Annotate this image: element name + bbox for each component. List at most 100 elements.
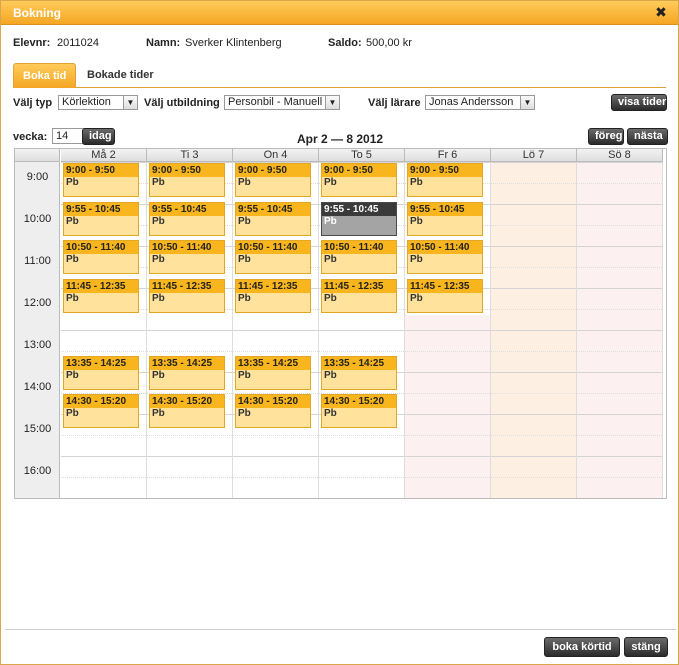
slot-time: 13:35 - 14:25 <box>322 356 396 370</box>
grid-line <box>319 330 404 331</box>
slot-time: 9:00 - 9:50 <box>64 164 138 177</box>
slot-code: Pb <box>324 408 337 419</box>
slot-code: Pb <box>238 292 251 304</box>
grid-line <box>405 477 490 478</box>
grid-line <box>577 288 662 289</box>
time-slot[interactable]: 9:55 - 10:45 Pb <box>235 201 311 236</box>
day-column[interactable] <box>577 162 663 498</box>
slot-time: 9:00 - 9:50 <box>236 164 310 177</box>
grid-line <box>577 393 662 394</box>
grid-line <box>61 456 146 457</box>
time-slot[interactable]: 13:35 - 14:25 Pb <box>63 355 139 390</box>
typ-select[interactable]: Körlektion ▼ <box>58 95 138 110</box>
time-slot[interactable]: 9:55 - 10:45 Pb <box>407 201 483 236</box>
slot-time: 11:45 - 12:35 <box>408 279 482 293</box>
time-slot[interactable]: 10:50 - 11:40 Pb <box>407 240 483 274</box>
next-week-button[interactable]: nästa <box>627 128 668 145</box>
time-slot[interactable]: 9:55 - 10:45 Pb <box>63 201 139 236</box>
grid-line <box>61 477 146 478</box>
grid-line <box>577 309 662 310</box>
tab-bar: Boka tid Bokade tider <box>13 63 666 88</box>
grid-line <box>491 309 576 310</box>
time-slot[interactable]: 9:00 - 9:50 Pb <box>321 163 397 197</box>
time-slot[interactable]: 10:50 - 11:40 Pb <box>321 240 397 274</box>
grid-line <box>147 477 232 478</box>
time-slot[interactable]: 14:30 - 15:20 Pb <box>149 394 225 428</box>
time-slot[interactable]: 9:00 - 9:50 Pb <box>63 163 139 197</box>
grid-line <box>577 267 662 268</box>
slot-code: Pb <box>324 215 337 227</box>
grid-line <box>577 414 662 415</box>
tab-bokade-tider[interactable]: Bokade tider <box>78 63 163 88</box>
stang-button[interactable]: stäng <box>624 637 668 657</box>
time-slot[interactable]: 11:45 - 12:35 Pb <box>63 278 139 313</box>
time-slot[interactable]: 9:00 - 9:50 Pb <box>235 163 311 197</box>
utb-select[interactable]: Personbil - Manuell ▼ <box>224 95 340 110</box>
slot-time: 14:30 - 15:20 <box>236 395 310 408</box>
grid-line <box>233 330 318 331</box>
saldo-label: Saldo: <box>328 37 362 49</box>
grid-line <box>61 435 146 436</box>
chevron-down-icon: ▼ <box>520 96 534 109</box>
time-slot[interactable]: 11:45 - 12:35 Pb <box>321 278 397 313</box>
visa-tider-button[interactable]: visa tider <box>611 94 667 111</box>
selected-time-slot[interactable]: 9:55 - 10:45 Pb <box>321 201 397 236</box>
hour-label: 13:00 <box>23 339 52 351</box>
grid-line <box>491 204 576 205</box>
time-slot[interactable]: 11:45 - 12:35 Pb <box>149 278 225 313</box>
today-button[interactable]: idag <box>82 128 115 145</box>
slot-code: Pb <box>238 254 251 265</box>
time-slot[interactable]: 14:30 - 15:20 Pb <box>235 394 311 428</box>
grid-line <box>577 351 662 352</box>
larare-select[interactable]: Jonas Andersson ▼ <box>425 95 535 110</box>
day-header: Sö 8 <box>577 149 663 162</box>
day-header: On 4 <box>233 149 319 162</box>
close-icon[interactable]: ✖ <box>654 5 668 19</box>
time-slot[interactable]: 11:45 - 12:35 Pb <box>235 278 311 313</box>
grid-line <box>491 477 576 478</box>
slot-code: Pb <box>152 177 165 188</box>
prev-week-button[interactable]: föreg <box>588 128 624 145</box>
time-slot[interactable]: 10:50 - 11:40 Pb <box>63 240 139 274</box>
grid-line <box>491 456 576 457</box>
saldo-value: 500,00 kr <box>366 37 412 49</box>
hour-label: 12:00 <box>23 297 52 309</box>
day-header: Må 2 <box>61 149 147 162</box>
time-slot[interactable]: 13:35 - 14:25 Pb <box>235 355 311 390</box>
time-slot[interactable]: 13:35 - 14:25 Pb <box>149 355 225 390</box>
slot-code: Pb <box>152 369 165 381</box>
day-column[interactable] <box>491 162 577 498</box>
slot-time: 10:50 - 11:40 <box>408 241 482 254</box>
typ-select-value: Körlektion <box>62 96 111 108</box>
time-slot[interactable]: 9:00 - 9:50 Pb <box>407 163 483 197</box>
hour-label: 16:00 <box>23 465 52 477</box>
slot-code: Pb <box>324 177 337 188</box>
larare-label: Välj lärare <box>368 97 421 109</box>
grid-line <box>405 456 490 457</box>
tab-boka-tid[interactable]: Boka tid <box>13 63 77 88</box>
time-slot[interactable]: 10:50 - 11:40 Pb <box>235 240 311 274</box>
time-slot[interactable]: 14:30 - 15:20 Pb <box>63 394 139 428</box>
time-column: 9:00 10:00 11:00 12:00 13:00 14:00 15:00 16:00 <box>15 162 60 498</box>
slot-time: 9:55 - 10:45 <box>64 202 138 216</box>
boka-kortid-button[interactable]: boka körtid <box>544 637 620 657</box>
slot-code: Pb <box>410 254 423 265</box>
slot-time: 9:55 - 10:45 <box>408 202 482 216</box>
time-slot[interactable]: 11:45 - 12:35 Pb <box>407 278 483 313</box>
calendar-corner <box>15 149 60 162</box>
time-slot[interactable]: 9:55 - 10:45 Pb <box>149 201 225 236</box>
slot-time: 9:00 - 9:50 <box>150 164 224 177</box>
filter-bar: Välj typ Körlektion ▼ Välj utbildning Pe… <box>13 94 668 114</box>
time-slot[interactable]: 13:35 - 14:25 Pb <box>321 355 397 390</box>
time-slot[interactable]: 14:30 - 15:20 Pb <box>321 394 397 428</box>
grid-line <box>319 477 404 478</box>
time-slot[interactable]: 10:50 - 11:40 Pb <box>149 240 225 274</box>
grid-line <box>405 414 490 415</box>
grid-line <box>577 435 662 436</box>
grid-line <box>233 456 318 457</box>
time-slot[interactable]: 9:00 - 9:50 Pb <box>149 163 225 197</box>
grid-line <box>577 162 662 163</box>
slot-time: 10:50 - 11:40 <box>64 241 138 254</box>
slot-code: Pb <box>66 215 79 227</box>
hour-label: 14:00 <box>23 381 52 393</box>
